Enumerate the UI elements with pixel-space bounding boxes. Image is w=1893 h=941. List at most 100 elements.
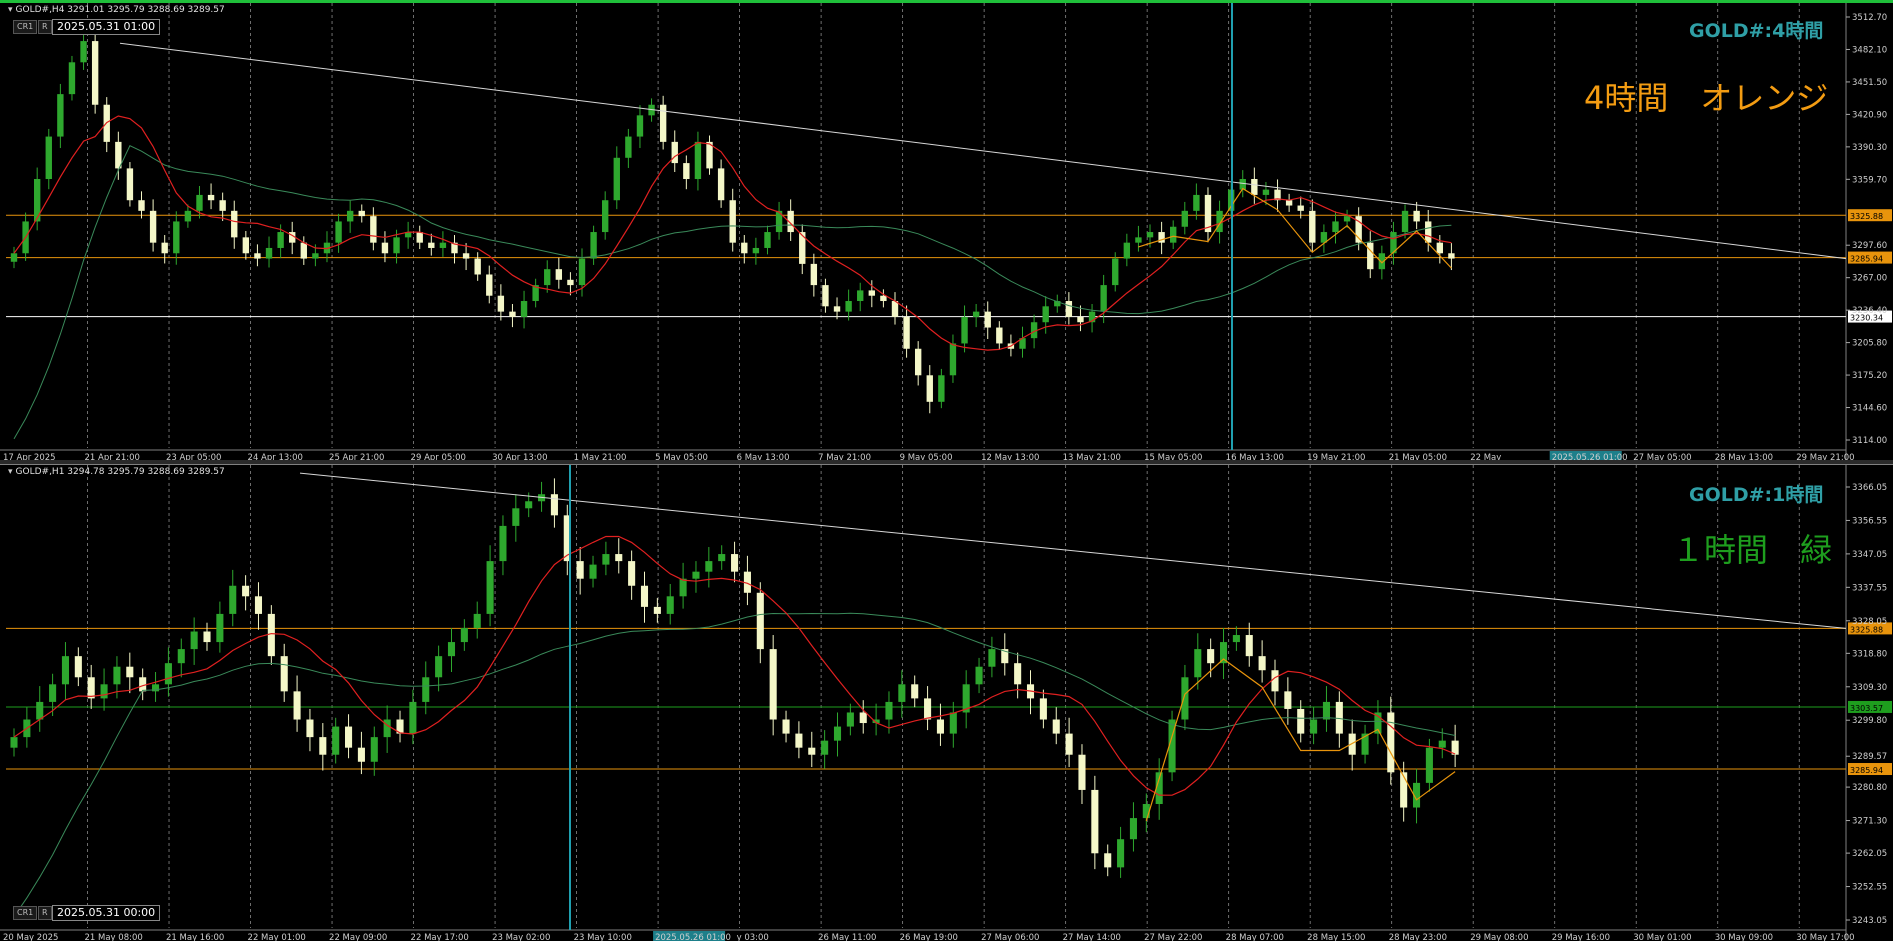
- h1-r-tag[interactable]: R: [38, 906, 52, 920]
- candle-body: [1065, 301, 1073, 317]
- h4-r-tag[interactable]: R: [38, 20, 52, 34]
- price-tick-label: 3359.70: [1852, 175, 1887, 185]
- chart-pane-h1[interactable]: 3325.88 3303.57 3285.94 3366.05 3356.55 3347.…: [0, 464, 1893, 941]
- candle-body: [613, 157, 620, 201]
- h1-chart-canvas[interactable]: 3325.883303.573285.943366.053356.553347.…: [0, 465, 1893, 941]
- h4-cr1-tag[interactable]: CR1: [13, 20, 38, 34]
- time-label: 7 May 21:00: [818, 453, 871, 460]
- candle-body: [567, 279, 574, 286]
- candle-body: [267, 613, 275, 657]
- price-tick-label: 3337.55: [1852, 583, 1887, 593]
- candle-body: [1258, 656, 1266, 671]
- candle-body: [319, 737, 327, 755]
- candle-body: [1425, 747, 1433, 783]
- time-label: 22 May 17:00: [411, 933, 469, 941]
- candle-body: [972, 311, 980, 317]
- time-label: 21 May 08:00: [85, 933, 143, 941]
- candle-body: [636, 115, 644, 137]
- time-label: 2025.05.26 01:00: [655, 933, 731, 941]
- candle-body: [1052, 719, 1060, 734]
- time-label: 30 Apr 13:00: [492, 453, 547, 460]
- price-tick-label: 3309.30: [1852, 683, 1887, 693]
- candle-body: [1146, 232, 1154, 238]
- candle-body: [10, 253, 18, 262]
- candle-body: [640, 585, 649, 607]
- candle-body: [1332, 221, 1339, 233]
- candle-body: [988, 649, 996, 667]
- h1-cr1-tag[interactable]: CR1: [13, 906, 38, 920]
- candle-body: [984, 311, 991, 328]
- candle-body: [628, 561, 636, 586]
- time-label: 29 May 16:00: [1552, 933, 1610, 941]
- candle-body: [447, 642, 456, 657]
- candle-body: [126, 666, 134, 678]
- candle-body: [1039, 698, 1047, 720]
- candle-body: [184, 210, 192, 222]
- candle-body: [61, 656, 70, 685]
- candle-body: [1112, 258, 1119, 286]
- candle-body: [741, 242, 748, 254]
- candle-body: [822, 285, 829, 307]
- candle-body: [87, 677, 95, 699]
- candle-body: [332, 726, 340, 755]
- price-tick-label: 3175.20: [1852, 371, 1887, 381]
- time-label: 28 May 15:00: [1307, 933, 1365, 941]
- candle-body: [435, 656, 443, 678]
- candle-body: [926, 375, 933, 402]
- candle-body: [520, 301, 528, 317]
- price-tick-label: 3262.05: [1852, 849, 1887, 859]
- candle-body: [1104, 853, 1112, 868]
- candle-body: [293, 691, 301, 720]
- candle-body: [277, 232, 284, 248]
- candle-body: [705, 561, 713, 572]
- candle-body: [1401, 210, 1409, 233]
- candle-body: [1117, 839, 1125, 868]
- candle-body: [833, 726, 842, 741]
- h4-chart-canvas[interactable]: 3325.883285.943230.343512.703482.103451.…: [0, 3, 1893, 460]
- price-tick-label: 3236.40: [1852, 306, 1887, 316]
- collapse-triangle-icon[interactable]: ▾: [8, 467, 13, 477]
- candle-body: [846, 712, 854, 727]
- h1-note-label: １時間 緑: [1672, 531, 1833, 569]
- price-tick-label: 3252.55: [1852, 883, 1887, 893]
- candle-body: [914, 348, 922, 376]
- candle-body: [1448, 253, 1455, 259]
- candle-body: [821, 740, 829, 755]
- candle-body: [10, 737, 18, 748]
- time-label: 23 Apr 05:00: [166, 453, 221, 460]
- price-tick-label: 3280.80: [1852, 783, 1887, 793]
- time-label: 15 May 05:00: [1144, 453, 1202, 460]
- candle-body: [795, 733, 803, 748]
- time-label: 21 May 05:00: [1389, 453, 1447, 460]
- candle-body: [1129, 818, 1137, 840]
- h1-timeframe-label: GOLD#:1時間: [1689, 484, 1824, 506]
- price-tick-label: 3318.80: [1852, 649, 1887, 659]
- time-label: 9 May 05:00: [900, 453, 953, 460]
- candle-body: [576, 561, 584, 579]
- price-marker-text: 3325.88: [1850, 212, 1883, 221]
- price-tick-label: 3356.55: [1852, 516, 1887, 526]
- candle-body: [1387, 712, 1395, 773]
- candle-body: [1438, 740, 1446, 748]
- candle-body: [1078, 754, 1086, 790]
- candle-body: [370, 216, 377, 243]
- candle-body: [764, 232, 771, 248]
- candle-body: [1284, 691, 1292, 709]
- candle-body: [428, 242, 435, 248]
- h4-date-box: 2025.05.31 01:00: [52, 19, 161, 35]
- candle-body: [45, 136, 52, 180]
- candle-body: [207, 194, 215, 201]
- candle-body: [602, 554, 610, 565]
- candle-body: [924, 698, 932, 720]
- time-label: 28 May 07:00: [1226, 933, 1284, 941]
- time-label: 1 May 21:00: [574, 453, 627, 460]
- candle-body: [1322, 701, 1330, 720]
- chart-pane-h4[interactable]: 3325.88 3285.94 3230.34 3512.70 3482.10 3451.…: [0, 0, 1893, 460]
- candle-body: [729, 200, 736, 243]
- candle-body: [555, 269, 563, 280]
- h1-header: ▾ GOLD#,H1 3294.78 3295.79 3288.69 3289.5…: [8, 467, 225, 477]
- candle-body: [149, 210, 157, 243]
- price-tick-label: 3390.30: [1852, 143, 1887, 153]
- candle-body: [1219, 642, 1228, 664]
- collapse-triangle-icon[interactable]: ▾: [8, 5, 13, 15]
